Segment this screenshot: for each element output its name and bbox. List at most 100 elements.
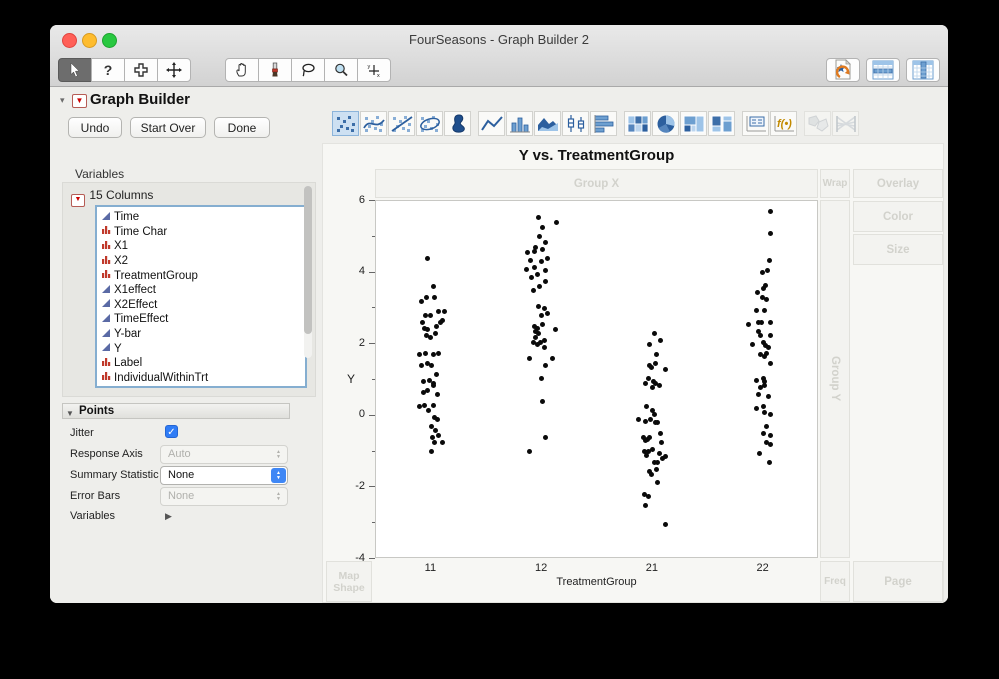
data-point[interactable]: [649, 472, 655, 478]
data-point[interactable]: [544, 255, 550, 261]
data-point[interactable]: [754, 406, 760, 412]
error-bars-select[interactable]: None ▲ ▼: [160, 487, 288, 506]
data-point[interactable]: [539, 322, 545, 327]
data-point[interactable]: [541, 305, 547, 311]
data-point[interactable]: [538, 313, 544, 319]
palette-box-plot-button[interactable]: [562, 111, 589, 136]
data-point[interactable]: [429, 434, 435, 440]
columns-header[interactable]: ▼ 15 Columns: [71, 188, 153, 207]
data-point[interactable]: [439, 440, 445, 446]
y-tick-label[interactable]: -2: [337, 480, 365, 492]
zone-freq[interactable]: Freq: [820, 561, 850, 602]
data-point[interactable]: [416, 352, 422, 358]
data-point[interactable]: [542, 239, 548, 245]
data-point[interactable]: [536, 234, 542, 240]
palette-area-button[interactable]: [534, 111, 561, 136]
data-point[interactable]: [760, 270, 766, 276]
x-tick-label[interactable]: 22: [743, 562, 783, 574]
data-point[interactable]: [432, 330, 438, 336]
data-point[interactable]: [636, 416, 642, 422]
x-tick-label[interactable]: 21: [632, 562, 672, 574]
data-point[interactable]: [750, 341, 756, 347]
data-point[interactable]: [542, 279, 548, 285]
column-list[interactable]: Time Time Char X1 X2 TreatmentGroup X1effect X…: [95, 205, 307, 388]
palette-heatmap-button[interactable]: [624, 111, 651, 136]
plot-area[interactable]: [375, 200, 818, 558]
data-point[interactable]: [424, 255, 430, 261]
data-point[interactable]: [549, 356, 555, 362]
red-triangle-menu-icon[interactable]: ▼: [71, 194, 85, 207]
data-point[interactable]: [427, 334, 433, 340]
palette-map-shapes-button[interactable]: [804, 111, 831, 136]
data-point[interactable]: [761, 286, 767, 292]
data-table-row-tool-button[interactable]: [866, 58, 900, 82]
data-point[interactable]: [655, 459, 661, 465]
fat-plus-tool-button[interactable]: [124, 58, 158, 82]
data-point[interactable]: [539, 246, 545, 252]
x-tick-label[interactable]: 12: [521, 562, 561, 574]
scrollbar[interactable]: [304, 186, 312, 358]
y-axis-title[interactable]: Y: [347, 372, 355, 386]
zone-map-shape[interactable]: Map Shape: [326, 561, 372, 602]
data-point[interactable]: [647, 341, 653, 347]
data-point[interactable]: [430, 402, 436, 408]
data-point[interactable]: [431, 440, 437, 446]
data-point[interactable]: [523, 266, 529, 272]
data-point[interactable]: [526, 356, 532, 362]
data-point[interactable]: [433, 372, 439, 378]
data-point[interactable]: [643, 381, 649, 387]
collapse-icon[interactable]: ▼: [66, 407, 74, 421]
column-item[interactable]: Time: [101, 210, 303, 225]
palette-smoother-button[interactable]: [360, 111, 387, 136]
data-point[interactable]: [650, 384, 656, 390]
data-point[interactable]: [655, 420, 661, 426]
data-point[interactable]: [762, 382, 768, 388]
summary-statistic-select[interactable]: None ▲ ▼: [160, 466, 288, 485]
data-point[interactable]: [552, 327, 558, 333]
palette-line-of-fit-button[interactable]: [388, 111, 415, 136]
data-point[interactable]: [427, 313, 433, 319]
data-point[interactable]: [428, 363, 434, 369]
data-point[interactable]: [754, 307, 760, 313]
lasso-tool-button[interactable]: [291, 58, 325, 82]
data-point[interactable]: [768, 320, 774, 326]
zone-group-x[interactable]: Group X: [375, 169, 818, 198]
data-point[interactable]: [434, 416, 440, 422]
data-point[interactable]: [419, 320, 425, 326]
data-point[interactable]: [527, 257, 533, 263]
brush-tool-button[interactable]: [258, 58, 292, 82]
data-point[interactable]: [531, 264, 537, 270]
data-point[interactable]: [530, 288, 536, 293]
magnifier-tool-button[interactable]: [324, 58, 358, 82]
data-point[interactable]: [647, 434, 653, 440]
data-point[interactable]: [759, 320, 765, 326]
column-item[interactable]: TimeEffect: [101, 312, 303, 327]
column-item[interactable]: X1: [101, 239, 303, 254]
palette-histogram-button[interactable]: [590, 111, 617, 136]
zone-group-y[interactable]: Group Y: [820, 200, 850, 558]
data-point[interactable]: [766, 345, 772, 351]
data-point[interactable]: [424, 327, 430, 333]
palette-line-button[interactable]: [478, 111, 505, 136]
data-point[interactable]: [756, 391, 762, 397]
move-tool-button[interactable]: [157, 58, 191, 82]
palette-ellipse-button[interactable]: [416, 111, 443, 136]
data-point[interactable]: [758, 332, 764, 338]
palette-contour-button[interactable]: [444, 111, 471, 136]
data-point[interactable]: [764, 350, 770, 356]
data-point[interactable]: [535, 304, 541, 310]
data-point[interactable]: [544, 311, 550, 317]
y-tick-label[interactable]: -4: [337, 552, 365, 564]
data-point[interactable]: [765, 268, 771, 274]
scrollbar-thumb[interactable]: [304, 186, 312, 334]
collapse-icon[interactable]: ▾: [60, 95, 65, 106]
data-point[interactable]: [757, 450, 763, 456]
x-axis-title[interactable]: TreatmentGroup: [375, 576, 818, 588]
data-point[interactable]: [539, 398, 545, 404]
arrow-tool-button[interactable]: [58, 58, 92, 82]
data-point[interactable]: [761, 431, 767, 437]
data-point[interactable]: [644, 404, 650, 410]
data-point[interactable]: [654, 352, 660, 358]
response-axis-select[interactable]: Auto ▲ ▼: [160, 445, 288, 464]
data-point[interactable]: [425, 407, 431, 413]
